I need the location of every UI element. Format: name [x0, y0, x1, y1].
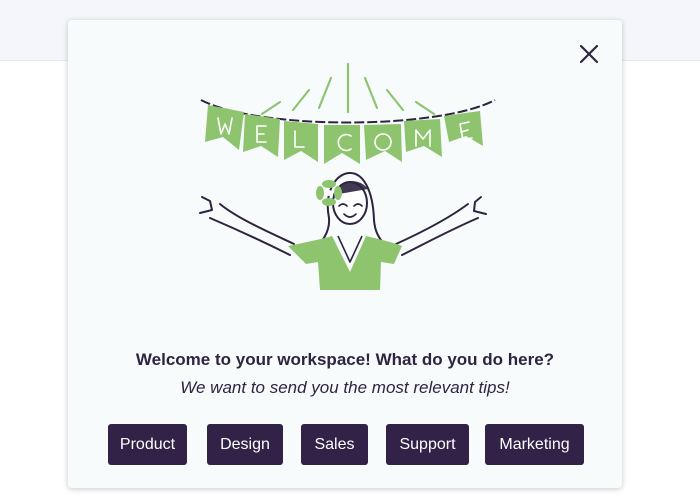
welcome-illustration — [199, 62, 496, 290]
role-button-support[interactable]: Support — [386, 424, 469, 465]
role-button-product[interactable]: Product — [108, 424, 187, 465]
welcome-modal: Welcome to your workspace! What do you d… — [68, 20, 622, 488]
role-button-sales[interactable]: Sales — [301, 424, 368, 465]
role-button-design[interactable]: Design — [207, 424, 283, 465]
modal-title: Welcome to your workspace! What do you d… — [135, 350, 555, 369]
close-icon — [579, 44, 599, 64]
role-button-marketing[interactable]: Marketing — [485, 424, 584, 465]
modal-subtitle: We want to send you the most relevant ti… — [180, 378, 510, 397]
close-button[interactable] — [578, 43, 600, 65]
